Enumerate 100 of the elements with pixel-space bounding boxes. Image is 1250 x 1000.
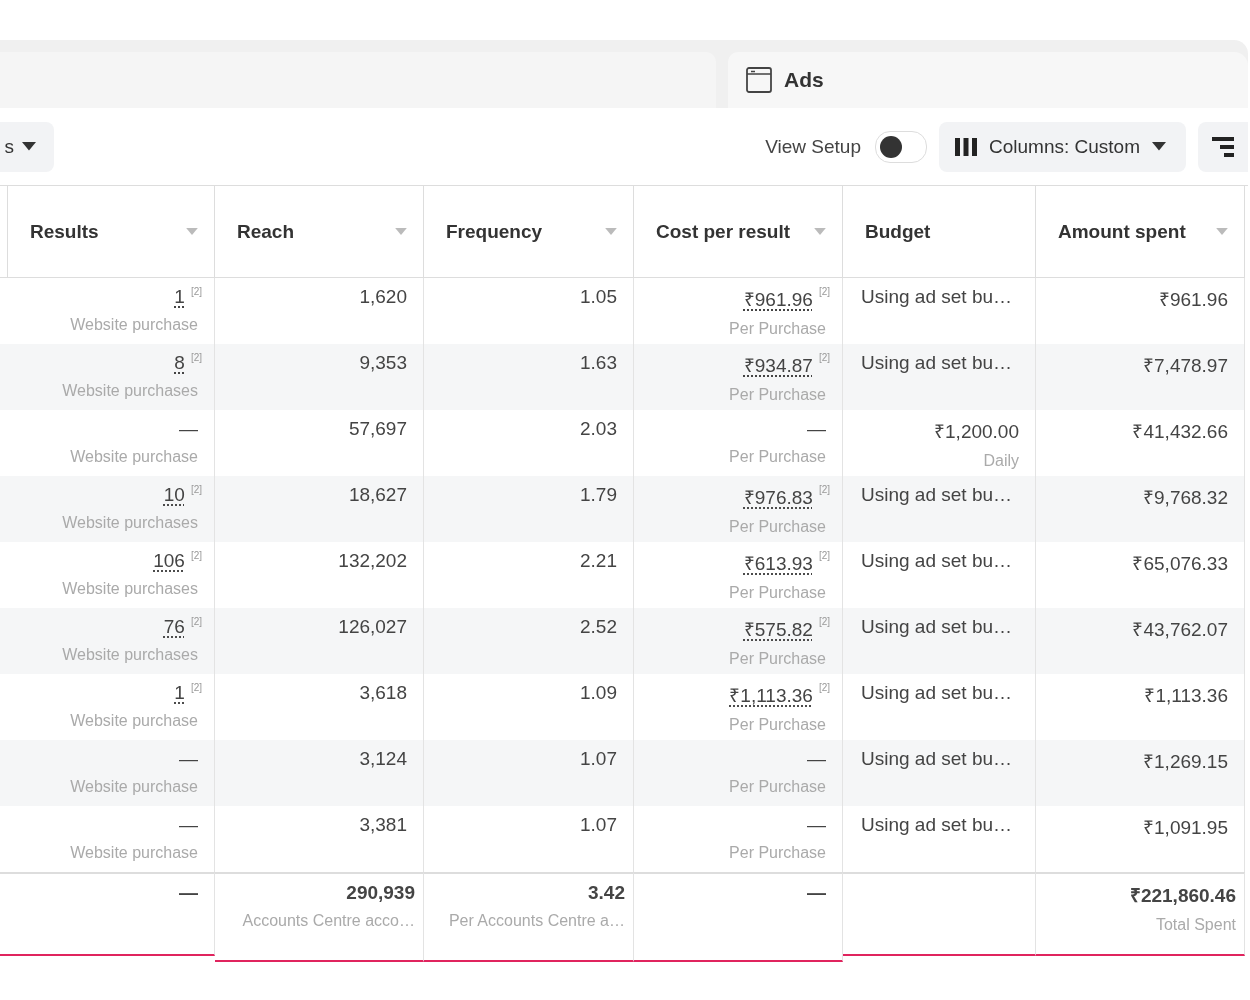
cell-value: —: [179, 814, 198, 836]
column-header[interactable]: Cost per result: [634, 186, 843, 278]
footnote-marker: [2]: [190, 550, 202, 561]
reach-value: 3,124: [359, 748, 407, 770]
value-link[interactable]: ₹575.82: [743, 616, 813, 642]
budget-value: Using ad set bu…: [861, 352, 1013, 374]
reach-value: 3,618: [359, 682, 407, 704]
budget-value: Using ad set bu…: [861, 748, 1013, 770]
budget-value: Using ad set bu…: [861, 484, 1013, 506]
result-type-label: Website purchases: [62, 646, 198, 664]
amount-spent-value: ₹1,091.95: [1143, 816, 1228, 840]
budget-value: Using ad set bu…: [861, 682, 1013, 704]
total-label: Total Spent: [1155, 916, 1236, 934]
view-setup-toggle[interactable]: [875, 130, 927, 163]
footnote-marker: [2]: [190, 352, 202, 363]
total-value: —: [179, 882, 198, 904]
footnote-marker: [2]: [818, 682, 830, 693]
reach-value: 1,620: [359, 286, 407, 308]
footnote-marker: [2]: [818, 352, 830, 363]
budget-value: Using ad set bu…: [861, 550, 1013, 572]
result-type-label: Website purchases: [62, 382, 198, 400]
cell-value: —: [179, 748, 198, 770]
amount-spent-value: ₹43,762.07: [1132, 618, 1228, 642]
filter-dropdown[interactable]: s: [0, 121, 54, 172]
amount-spent-value: ₹961.96: [1158, 288, 1228, 312]
footnote-marker: [2]: [818, 286, 830, 297]
value-link[interactable]: 1: [174, 682, 185, 704]
breakdown-button[interactable]: [1198, 121, 1248, 172]
value-link[interactable]: ₹976.83: [743, 484, 813, 510]
value-link[interactable]: 8: [174, 352, 185, 374]
frequency-value: 2.03: [580, 418, 617, 440]
cost-type-label: Per Purchase: [729, 778, 826, 796]
column-header[interactable]: Budget: [843, 186, 1036, 278]
cost-type-label: Per Purchase: [729, 650, 826, 668]
value-link[interactable]: ₹1,113.36: [729, 682, 813, 708]
amount-spent-value: ₹65,076.33: [1132, 552, 1228, 576]
reach-value: 9,353: [359, 352, 407, 374]
window-icon: [746, 67, 772, 93]
cost-type-label: Per Purchase: [729, 584, 826, 602]
result-type-label: Website purchases: [62, 514, 198, 532]
total-value: —: [807, 882, 826, 904]
amount-spent-value: ₹9,768.32: [1143, 486, 1228, 510]
value-link[interactable]: ₹613.93: [743, 550, 813, 576]
cost-type-label: Per Purchase: [729, 320, 826, 338]
budget-type-label: Daily: [983, 452, 1019, 470]
value-link[interactable]: ₹934.87: [743, 352, 813, 378]
cost-type-label: Per Purchase: [729, 448, 826, 466]
frequency-value: 1.09: [580, 682, 617, 704]
footnote-marker: [2]: [190, 484, 202, 495]
budget-value: Using ad set bu…: [861, 286, 1013, 308]
columns-icon: [955, 137, 977, 156]
value-link[interactable]: 76: [163, 616, 185, 638]
cell-value: —: [179, 418, 198, 440]
value-link[interactable]: 1: [174, 286, 185, 308]
reach-value: 18,627: [348, 484, 407, 506]
amount-spent-value: ₹7,478.97: [1143, 354, 1228, 378]
reach-value: 57,697: [348, 418, 407, 440]
footnote-marker: [2]: [190, 682, 202, 693]
reach-value: 132,202: [338, 550, 407, 572]
reach-value: 126,027: [338, 616, 407, 638]
budget-value: ₹1,200.00: [934, 420, 1019, 444]
frequency-value: 2.21: [580, 550, 617, 572]
footnote-marker: [2]: [818, 616, 830, 627]
result-type-label: Website purchase: [70, 712, 198, 730]
ads-tab[interactable]: Ads: [728, 52, 1248, 108]
footnote-marker: [2]: [818, 550, 830, 561]
column-header[interactable]: Amount spent: [1036, 186, 1245, 278]
column-header[interactable]: Reach: [215, 186, 424, 278]
lines-icon: [1212, 136, 1234, 157]
total-label: Accounts Centre acco…: [242, 912, 415, 930]
frequency-value: 2.52: [580, 616, 617, 638]
cost-type-label: Per Purchase: [729, 386, 826, 404]
frequency-value: 1.07: [580, 814, 617, 836]
column-header[interactable]: Frequency: [424, 186, 634, 278]
caret-icon: [1152, 142, 1166, 151]
total-value: ₹221,860.46: [1129, 884, 1236, 908]
footnote-marker: [2]: [190, 286, 202, 297]
total-value: 3.42: [588, 882, 625, 904]
frequency-value: 1.63: [580, 352, 617, 374]
frequency-value: 1.05: [580, 286, 617, 308]
amount-spent-value: ₹41,432.66: [1132, 420, 1228, 444]
total-label: Per Accounts Centre a…: [448, 912, 625, 930]
amount-spent-value: ₹1,113.36: [1144, 684, 1228, 708]
cost-type-label: Per Purchase: [729, 518, 826, 536]
cell-value: —: [807, 814, 826, 836]
value-link[interactable]: 106: [153, 550, 185, 572]
result-type-label: Website purchases: [62, 580, 198, 598]
cell-value: —: [807, 748, 826, 770]
budget-value: Using ad set bu…: [861, 814, 1013, 836]
column-header[interactable]: Results: [8, 186, 215, 278]
value-link[interactable]: 10: [163, 484, 185, 506]
footnote-marker: [2]: [818, 484, 830, 495]
result-type-label: Website purchase: [70, 448, 198, 466]
view-setup-label: View Setup: [765, 135, 861, 158]
caret-icon: [22, 142, 36, 151]
amount-spent-value: ₹1,269.15: [1143, 750, 1228, 774]
value-link[interactable]: ₹961.96: [743, 286, 813, 312]
cost-type-label: Per Purchase: [729, 844, 826, 862]
columns-button[interactable]: Columns: Custom: [939, 121, 1186, 172]
reach-value: 3,381: [359, 814, 407, 836]
